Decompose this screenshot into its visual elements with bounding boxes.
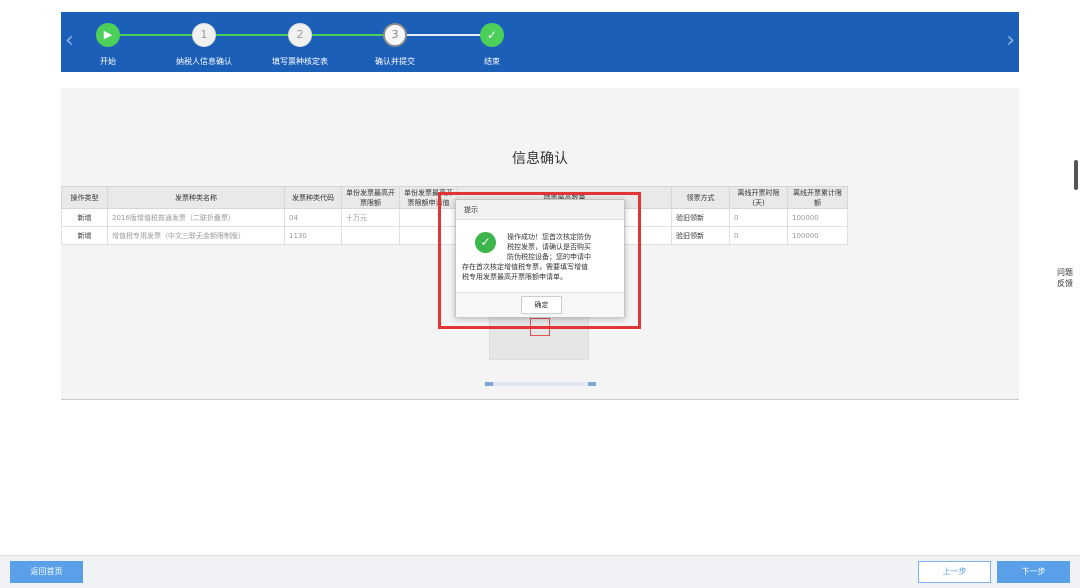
col-invoice-name: 发票种类名称 bbox=[107, 186, 285, 209]
page-title: 信息确认 bbox=[512, 151, 568, 167]
step-1-icon: 1 bbox=[192, 23, 216, 47]
next-arrow-icon[interactable]: › bbox=[1006, 30, 1015, 52]
dialog-title: 提示 bbox=[456, 200, 624, 220]
scroll-cap-right bbox=[588, 382, 596, 386]
cell-op: 新增 bbox=[61, 208, 108, 227]
step-start-icon: ▶ bbox=[96, 23, 120, 47]
scroll-cap-left bbox=[485, 382, 493, 386]
cell-limit bbox=[341, 226, 400, 245]
cell-method: 验旧领新 bbox=[671, 208, 730, 227]
feedback-label: 反馈 bbox=[1057, 279, 1073, 288]
return-home-button[interactable]: 返回首页 bbox=[10, 561, 83, 583]
col-op-type: 操作类型 bbox=[61, 186, 108, 209]
col-invoice-code: 发票种类代码 bbox=[284, 186, 342, 209]
cell-offline-amount: 100000 bbox=[787, 208, 848, 227]
feedback-button[interactable]: 问题 反馈 bbox=[1054, 267, 1076, 289]
dialog-message-line: 防伪税控设备；您的申请中 bbox=[507, 253, 591, 261]
next-step-button[interactable]: 下一步 bbox=[997, 561, 1070, 583]
prev-arrow-icon[interactable]: ‹ bbox=[65, 30, 74, 52]
step-label-confirm: 确认并提交 bbox=[375, 57, 415, 66]
cell-limit: 十万元 bbox=[341, 208, 400, 227]
prompt-dialog: 提示 ✓ 操作成功！您首次核定防伪 税控发票，请确认是否购买 防伪税控设备；您的… bbox=[455, 199, 625, 317]
step-2-icon: 2 bbox=[288, 23, 312, 47]
cell-offline-days: 0 bbox=[729, 226, 788, 245]
cell-method: 验旧领新 bbox=[671, 226, 730, 245]
step-label-fill-form: 填写票种核定表 bbox=[272, 57, 328, 66]
confirm-button[interactable]: 确定 bbox=[521, 296, 562, 314]
cell-name: 增值税专用发票（中文三联无金额限制版） bbox=[107, 226, 285, 245]
cell-name: 2016版增值税普通发票（二联折叠票） bbox=[107, 208, 285, 227]
dialog-message-line: 税控发票，请确认是否购买 bbox=[507, 243, 591, 251]
col-offline-days: 离线开票时限(天) bbox=[729, 186, 788, 209]
cell-op: 新增 bbox=[61, 226, 108, 245]
step-label-end: 结束 bbox=[484, 57, 500, 66]
cell-offline-days: 0 bbox=[729, 208, 788, 227]
cell-offline-amount: 100000 bbox=[787, 226, 848, 245]
page-scrollbar-thumb[interactable] bbox=[1074, 160, 1078, 190]
dialog-message-line: 存在首次核定增值税专票，需要填写增值 bbox=[462, 263, 588, 271]
step-label-start: 开始 bbox=[100, 57, 116, 66]
step-3-icon: 3 bbox=[383, 23, 407, 47]
bottom-action-bar: 返回首页 上一步 下一步 bbox=[0, 555, 1080, 588]
step-progress-bar: ‹ › ▶ 开始 1 纳税人信息确认 2 填写票种核定表 3 确认并提交 ✓ 结… bbox=[61, 12, 1019, 72]
dialog-message-line: 操作成功！您首次核定防伪 bbox=[507, 233, 591, 241]
dialog-footer: 确定 bbox=[456, 292, 624, 317]
col-offline-amount: 离线开票累计限额 bbox=[787, 186, 848, 209]
step-end-check-icon: ✓ bbox=[480, 23, 504, 47]
cell-code: 04 bbox=[284, 208, 342, 227]
col-method: 领票方式 bbox=[671, 186, 730, 209]
col-max-limit: 单份发票最高开票限额 bbox=[341, 186, 400, 209]
progress-track-remaining bbox=[395, 34, 492, 36]
step-label-taxpayer: 纳税人信息确认 bbox=[176, 57, 232, 66]
cell-code: 1130 bbox=[284, 226, 342, 245]
dialog-message: 操作成功！您首次核定防伪 税控发票，请确认是否购买 防伪税控设备；您的申请中 存… bbox=[462, 232, 622, 282]
previous-step-button[interactable]: 上一步 bbox=[918, 561, 991, 583]
feedback-label: 问题 bbox=[1057, 268, 1073, 277]
dialog-message-line: 税专用发票最高开票限额申请单。 bbox=[462, 273, 567, 281]
background-preview-scrollbar bbox=[485, 382, 596, 386]
